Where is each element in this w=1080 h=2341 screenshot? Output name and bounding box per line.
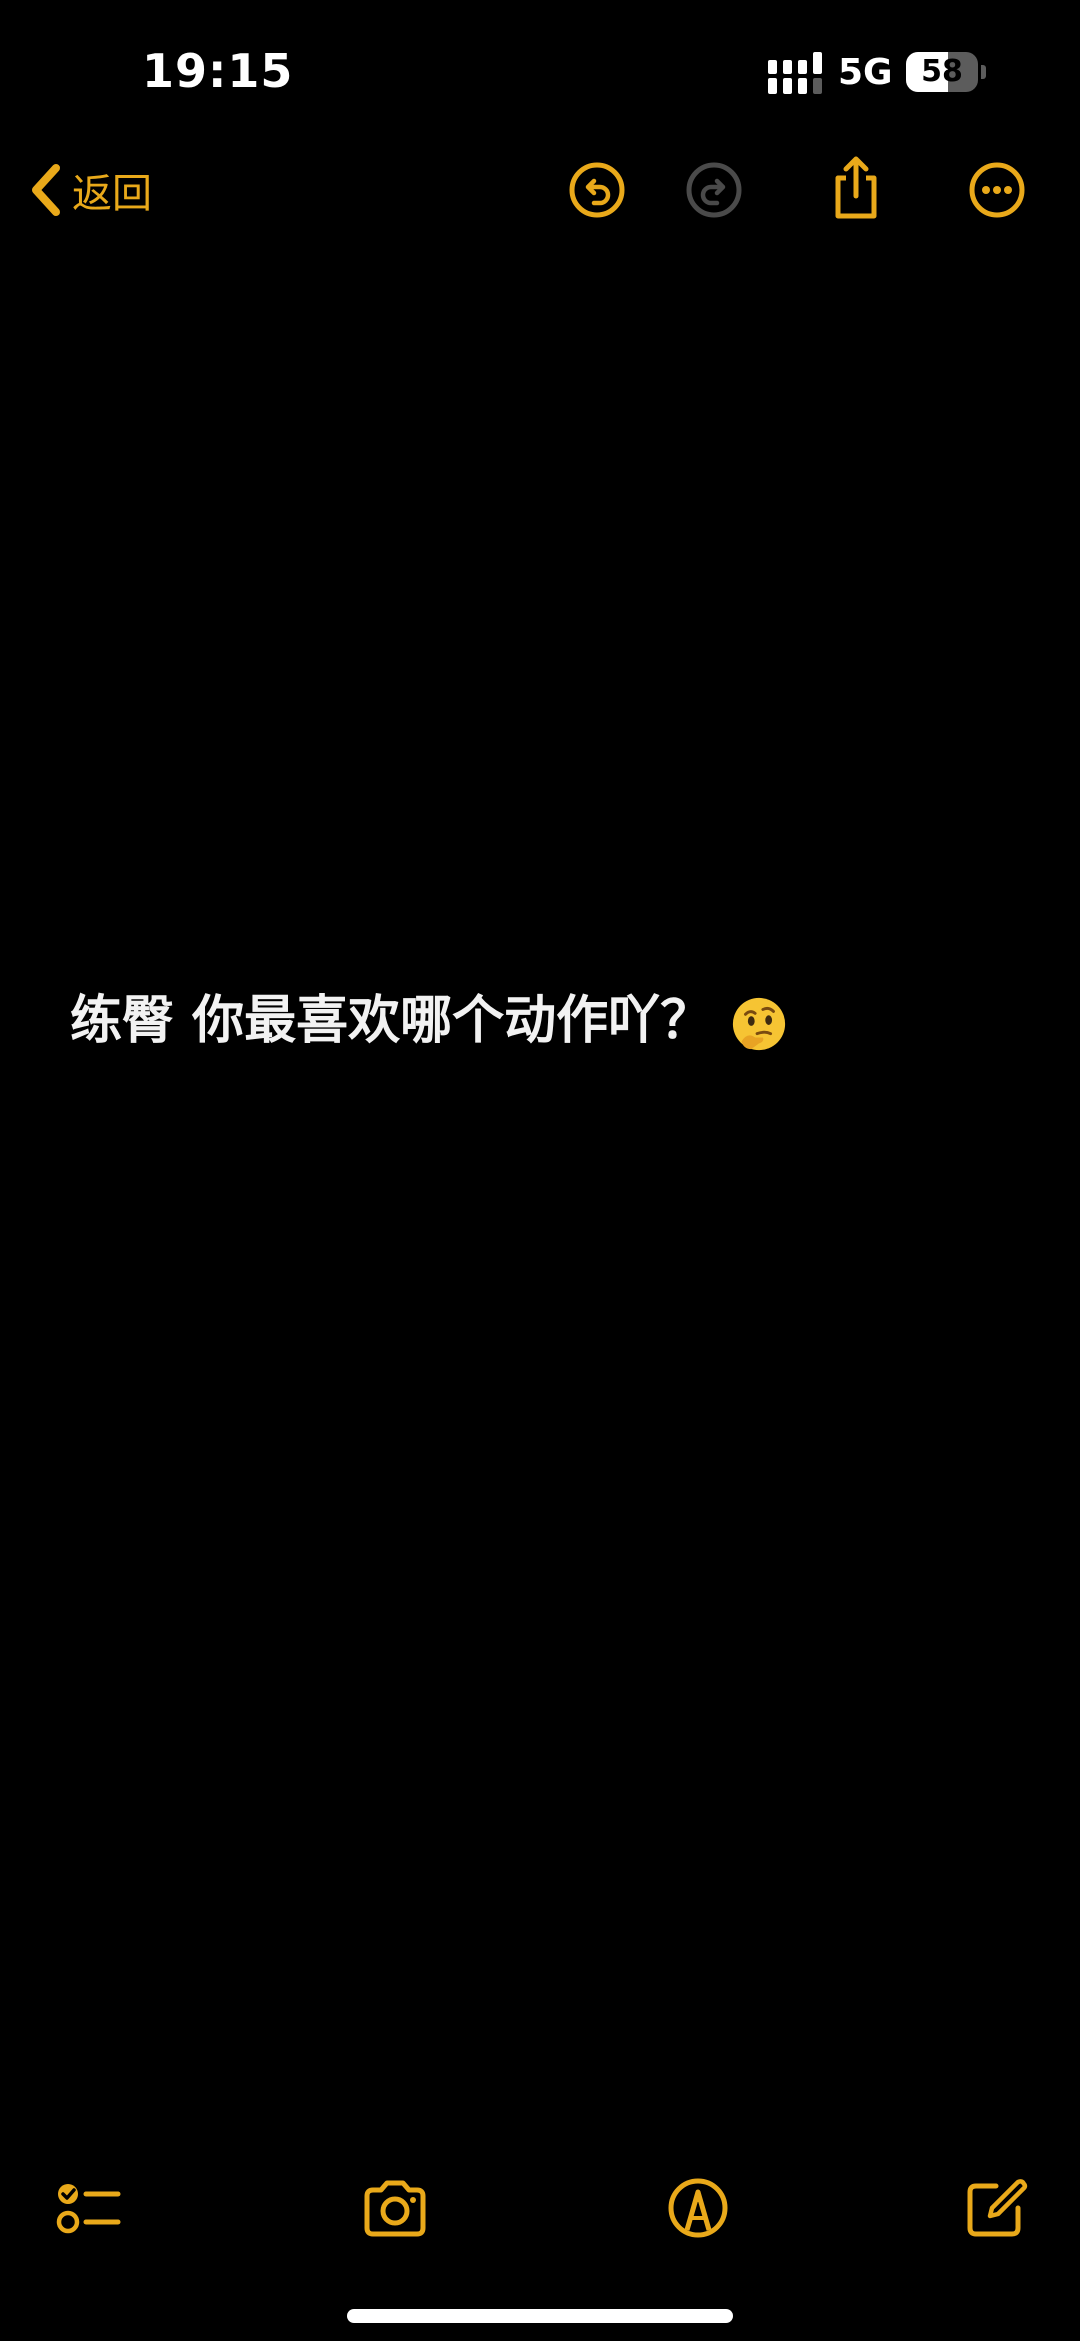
nav-bar: 返回 — [0, 150, 1080, 230]
chevron-left-icon — [32, 164, 60, 216]
note-body[interactable]: 练臀 你最喜欢哪个动作吖？ — [70, 978, 788, 1053]
cellular-signal-icon — [768, 52, 822, 94]
undo-icon[interactable] — [567, 160, 627, 220]
more-icon[interactable] — [967, 160, 1027, 220]
thinking-face-emoji — [733, 997, 786, 1051]
network-type: 5G — [838, 52, 893, 93]
camera-icon[interactable] — [359, 2172, 431, 2244]
redo-icon[interactable] — [684, 160, 744, 220]
note-text: 练臀 你最喜欢哪个动作吖？ — [70, 991, 713, 1051]
back-label: 返回 — [72, 171, 152, 217]
markup-pen-icon[interactable] — [662, 2172, 734, 2244]
battery-percent: 58 — [921, 54, 963, 89]
battery-icon: 58 — [906, 52, 986, 92]
status-bar: 19:15 5G 58 — [0, 0, 1080, 150]
share-icon[interactable] — [826, 154, 886, 222]
back-button[interactable]: 返回 — [28, 160, 152, 220]
home-indicator[interactable] — [347, 2309, 733, 2323]
bottom-toolbar — [0, 2160, 1080, 2260]
compose-icon[interactable] — [960, 2172, 1032, 2244]
checklist-icon[interactable] — [54, 2172, 126, 2244]
status-time: 19:15 — [142, 44, 294, 98]
